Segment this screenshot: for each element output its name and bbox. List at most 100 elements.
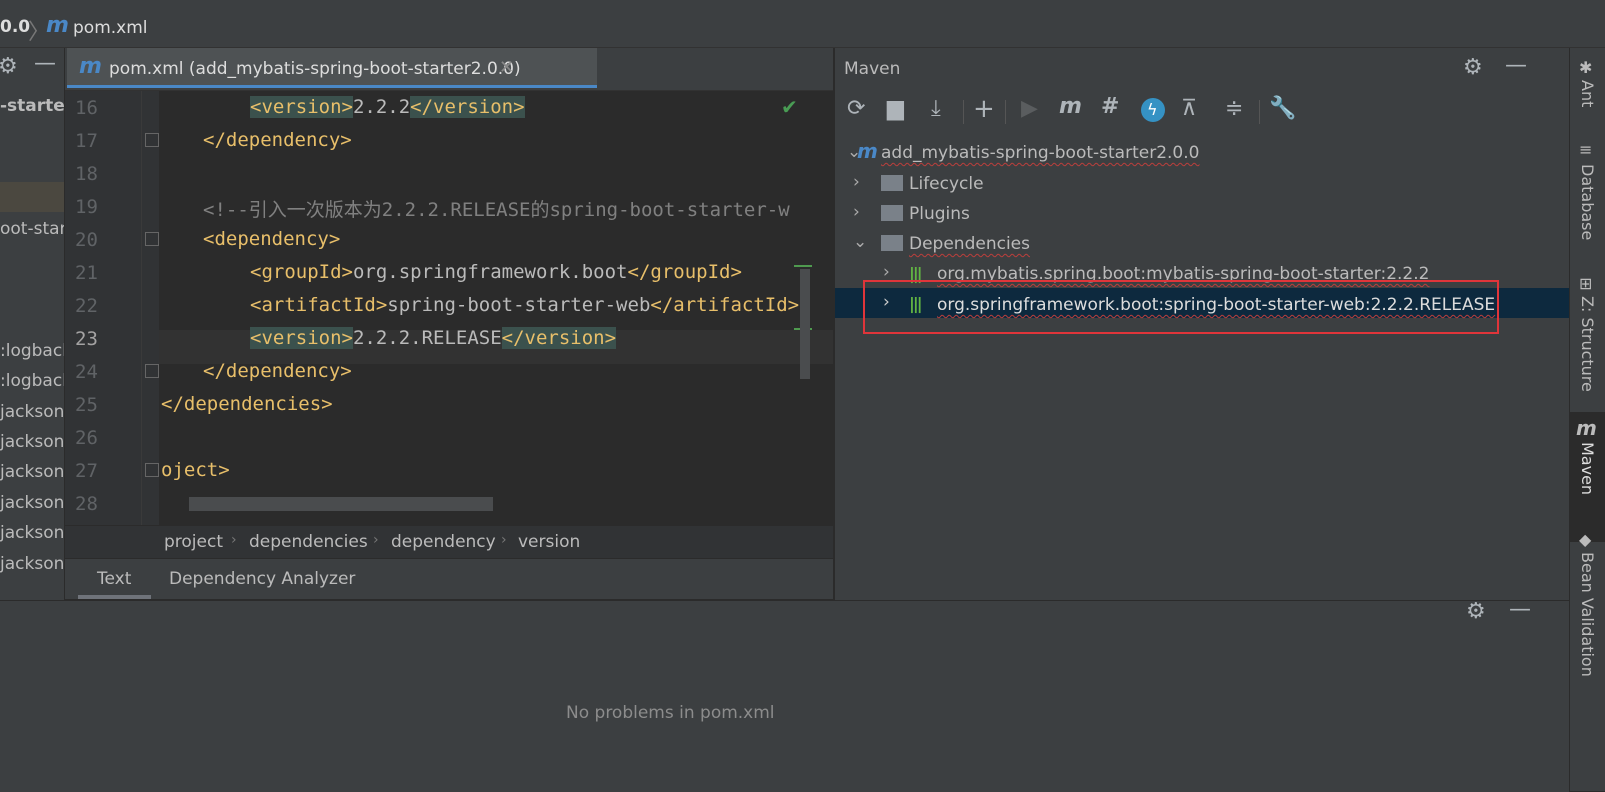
crumb-version[interactable]: version — [518, 532, 580, 552]
show-dependencies-icon[interactable]: ⊼ — [1181, 96, 1197, 121]
tool-label: Database — [1578, 164, 1597, 241]
navigation-bar: 0.0 〉 m pom.xml — [0, 0, 1605, 48]
crumb-separator: › — [373, 532, 379, 548]
maven-file-icon: m — [46, 13, 69, 38]
reload-icon[interactable]: ⟳ — [847, 96, 865, 121]
tool-label: Bean Validation — [1578, 552, 1597, 677]
line-number: 22 — [75, 295, 98, 317]
bean-validation-icon: ◆ — [1579, 530, 1592, 549]
code-comment: <!--引入一次版本为2.2.2.RELEASE的spring-boot-sta… — [203, 199, 790, 221]
crumb-project[interactable]: project — [164, 532, 223, 552]
code-line: </dependencies> — [161, 393, 333, 415]
line-number: 25 — [75, 394, 98, 416]
chevron-right-icon[interactable]: › — [853, 172, 860, 192]
selected-tree-row — [0, 182, 64, 212]
fold-marker-icon[interactable] — [145, 364, 159, 378]
folder-icon — [881, 175, 903, 191]
line-number: 18 — [75, 163, 98, 185]
fold-marker-icon[interactable] — [145, 133, 159, 147]
tree-item[interactable]: :logback — [0, 341, 64, 361]
tree-item[interactable]: :logback — [0, 371, 64, 391]
line-number: 17 — [75, 130, 98, 152]
change-marker — [794, 265, 812, 267]
tree-item[interactable]: jackson.c — [0, 523, 64, 543]
tool-database[interactable]: ≡ Database — [1570, 138, 1605, 248]
download-icon[interactable]: ⤓ — [931, 96, 941, 121]
minimize-icon[interactable]: — — [34, 51, 56, 76]
tree-lifecycle[interactable]: Lifecycle — [909, 174, 984, 194]
line-number: 16 — [75, 97, 98, 119]
tree-item[interactable]: jackson.c — [0, 493, 64, 513]
minimize-icon[interactable]: — — [1505, 53, 1527, 78]
crumb-dependency[interactable]: dependency — [391, 532, 496, 552]
fold-marker-icon[interactable] — [145, 463, 159, 477]
tree-item[interactable]: jackson.c — [0, 554, 64, 574]
crumb-separator: › — [501, 532, 507, 548]
code-line: <artifactId>spring-boot-starter-web</art… — [250, 294, 800, 316]
line-number: 24 — [75, 361, 98, 383]
tree-plugins[interactable]: Plugins — [909, 204, 970, 224]
code-line: oject> — [161, 459, 230, 481]
toggle-offline-icon[interactable]: # — [1101, 94, 1119, 119]
chevron-right-icon[interactable]: › — [883, 262, 890, 282]
project-panel: ⚙ — -starter oot-start :logback :logback… — [0, 48, 64, 600]
chevron-right-icon[interactable]: › — [853, 202, 860, 222]
tool-label: Ant — [1578, 80, 1597, 108]
close-icon[interactable]: ✕ — [499, 57, 514, 78]
settings-wrench-icon[interactable]: 🔧 — [1269, 96, 1296, 121]
tree-item[interactable]: jackson.c — [0, 432, 64, 452]
checkmark-icon[interactable]: ✔ — [781, 95, 798, 119]
tool-maven[interactable]: m Maven — [1570, 412, 1605, 542]
tab-text[interactable]: Text — [78, 559, 151, 599]
maven-icon: m — [1576, 416, 1597, 440]
crumb-separator: › — [231, 532, 237, 548]
tool-ant[interactable]: ✱ Ant — [1570, 48, 1605, 128]
tree-item[interactable]: jackson.c — [0, 402, 64, 422]
tab-label: pom.xml (add_mybatis-spring-boot-starter… — [109, 59, 521, 79]
maven-toolbar: ⟳ ▆ ⤓ + ▶ m # ϟ ⊼ ≑ 🔧 — [835, 88, 1570, 132]
crumb-dependencies[interactable]: dependencies — [249, 532, 368, 552]
run-icon[interactable]: ▶ — [1021, 96, 1038, 121]
tab-pom-xml[interactable]: m pom.xml (add_mybatis-spring-boot-start… — [67, 48, 597, 88]
breadcrumb-version[interactable]: 0.0 — [0, 17, 30, 37]
line-number: 20 — [75, 229, 98, 251]
tree-dependencies[interactable]: Dependencies — [909, 234, 1030, 254]
tab-dependency-analyzer[interactable]: Dependency Analyzer — [169, 569, 355, 589]
ant-icon: ✱ — [1579, 58, 1593, 77]
line-number: 19 — [75, 196, 98, 218]
fold-marker-icon[interactable] — [145, 232, 159, 246]
code-editor[interactable]: 16 17 18 19 20 21 22 23 24 25 26 27 28 <… — [65, 91, 833, 525]
add-icon[interactable]: + — [973, 94, 995, 124]
toolbar-divider — [1005, 100, 1006, 124]
tool-bean-validation[interactable]: ◆ Bean Validation — [1570, 526, 1605, 726]
problems-panel: ⚙ — No problems in pom.xml — [0, 597, 1569, 792]
line-number: 21 — [75, 262, 98, 284]
maven-project-icon: m — [857, 139, 878, 163]
gear-icon[interactable]: ⚙ — [1466, 599, 1486, 624]
chevron-down-icon[interactable]: ⌄ — [853, 232, 867, 252]
tree-item[interactable]: oot-start — [0, 219, 64, 239]
maven-goal-icon[interactable]: m — [1059, 94, 1082, 119]
code-line: <version>2.2.2</version> — [250, 96, 525, 118]
breadcrumb-file[interactable]: pom.xml — [73, 18, 148, 38]
code-line: <dependency> — [203, 228, 341, 250]
maven-file-icon: m — [79, 54, 102, 79]
minimize-icon[interactable]: — — [1509, 597, 1531, 622]
toolbar-divider — [963, 100, 964, 124]
editor-bottom-tabs: Text Dependency Analyzer — [65, 559, 833, 599]
vertical-scrollbar[interactable] — [800, 269, 810, 379]
skip-tests-icon[interactable]: ϟ — [1141, 98, 1165, 122]
maven-tool-window: Maven ⚙ — ⟳ ▆ ⤓ + ▶ m # ϟ ⊼ ≑ 🔧 ⌄ m add_… — [834, 48, 1570, 600]
tree-item[interactable]: jackson.c — [0, 462, 64, 482]
tree-item[interactable]: -starter — [0, 96, 64, 116]
line-number: 26 — [75, 427, 98, 449]
gear-icon[interactable]: ⚙ — [0, 54, 18, 79]
gear-icon[interactable]: ⚙ — [1463, 55, 1483, 80]
line-number: 27 — [75, 460, 98, 482]
tree-project[interactable]: add_mybatis-spring-boot-starter2.0.0 — [881, 143, 1199, 163]
generate-sources-icon[interactable]: ▆ — [887, 96, 904, 121]
collapse-all-icon[interactable]: ≑ — [1225, 96, 1243, 121]
folder-icon — [881, 235, 903, 251]
horizontal-scrollbar[interactable] — [189, 497, 493, 511]
tool-structure[interactable]: ⊞ Z: Structure — [1570, 274, 1605, 404]
